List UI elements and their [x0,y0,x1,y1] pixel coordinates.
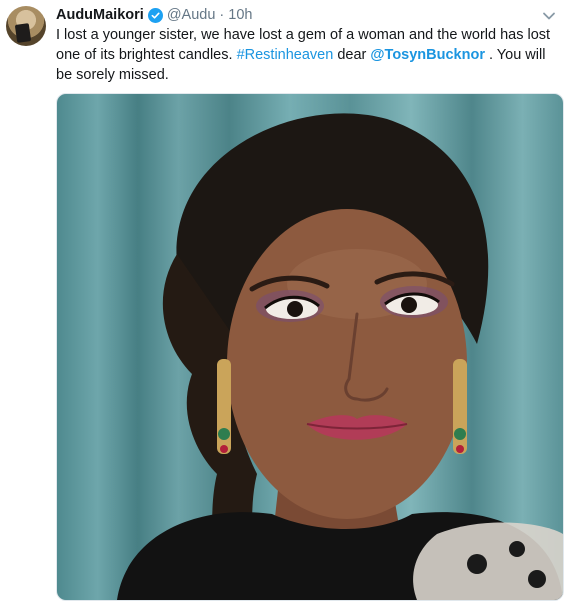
author-avatar[interactable] [6,6,46,46]
tweet-text: I lost a younger sister, we have lost a … [56,25,556,85]
portrait-illustration [117,113,563,600]
avatar-phone-shape [14,23,32,43]
verified-badge-icon [147,7,163,23]
tweet-photo[interactable] [56,93,564,601]
author-name[interactable]: AuduMaikori [56,7,144,23]
hashtag-link[interactable]: #Restinheaven [237,47,334,63]
meta-separator: · [219,7,225,23]
mention-link[interactable]: @TosynBucknor [370,47,485,63]
tweet-card[interactable]: AuduMaikori @Audu · 10h I lost a younger… [0,0,570,604]
chevron-down-icon[interactable] [542,8,556,20]
author-handle[interactable]: @Audu [167,7,216,23]
tweet-header: AuduMaikori @Audu · 10h [56,6,252,24]
tweet-timestamp[interactable]: 10h [228,7,252,23]
tweet-text-part2: dear [333,47,371,63]
